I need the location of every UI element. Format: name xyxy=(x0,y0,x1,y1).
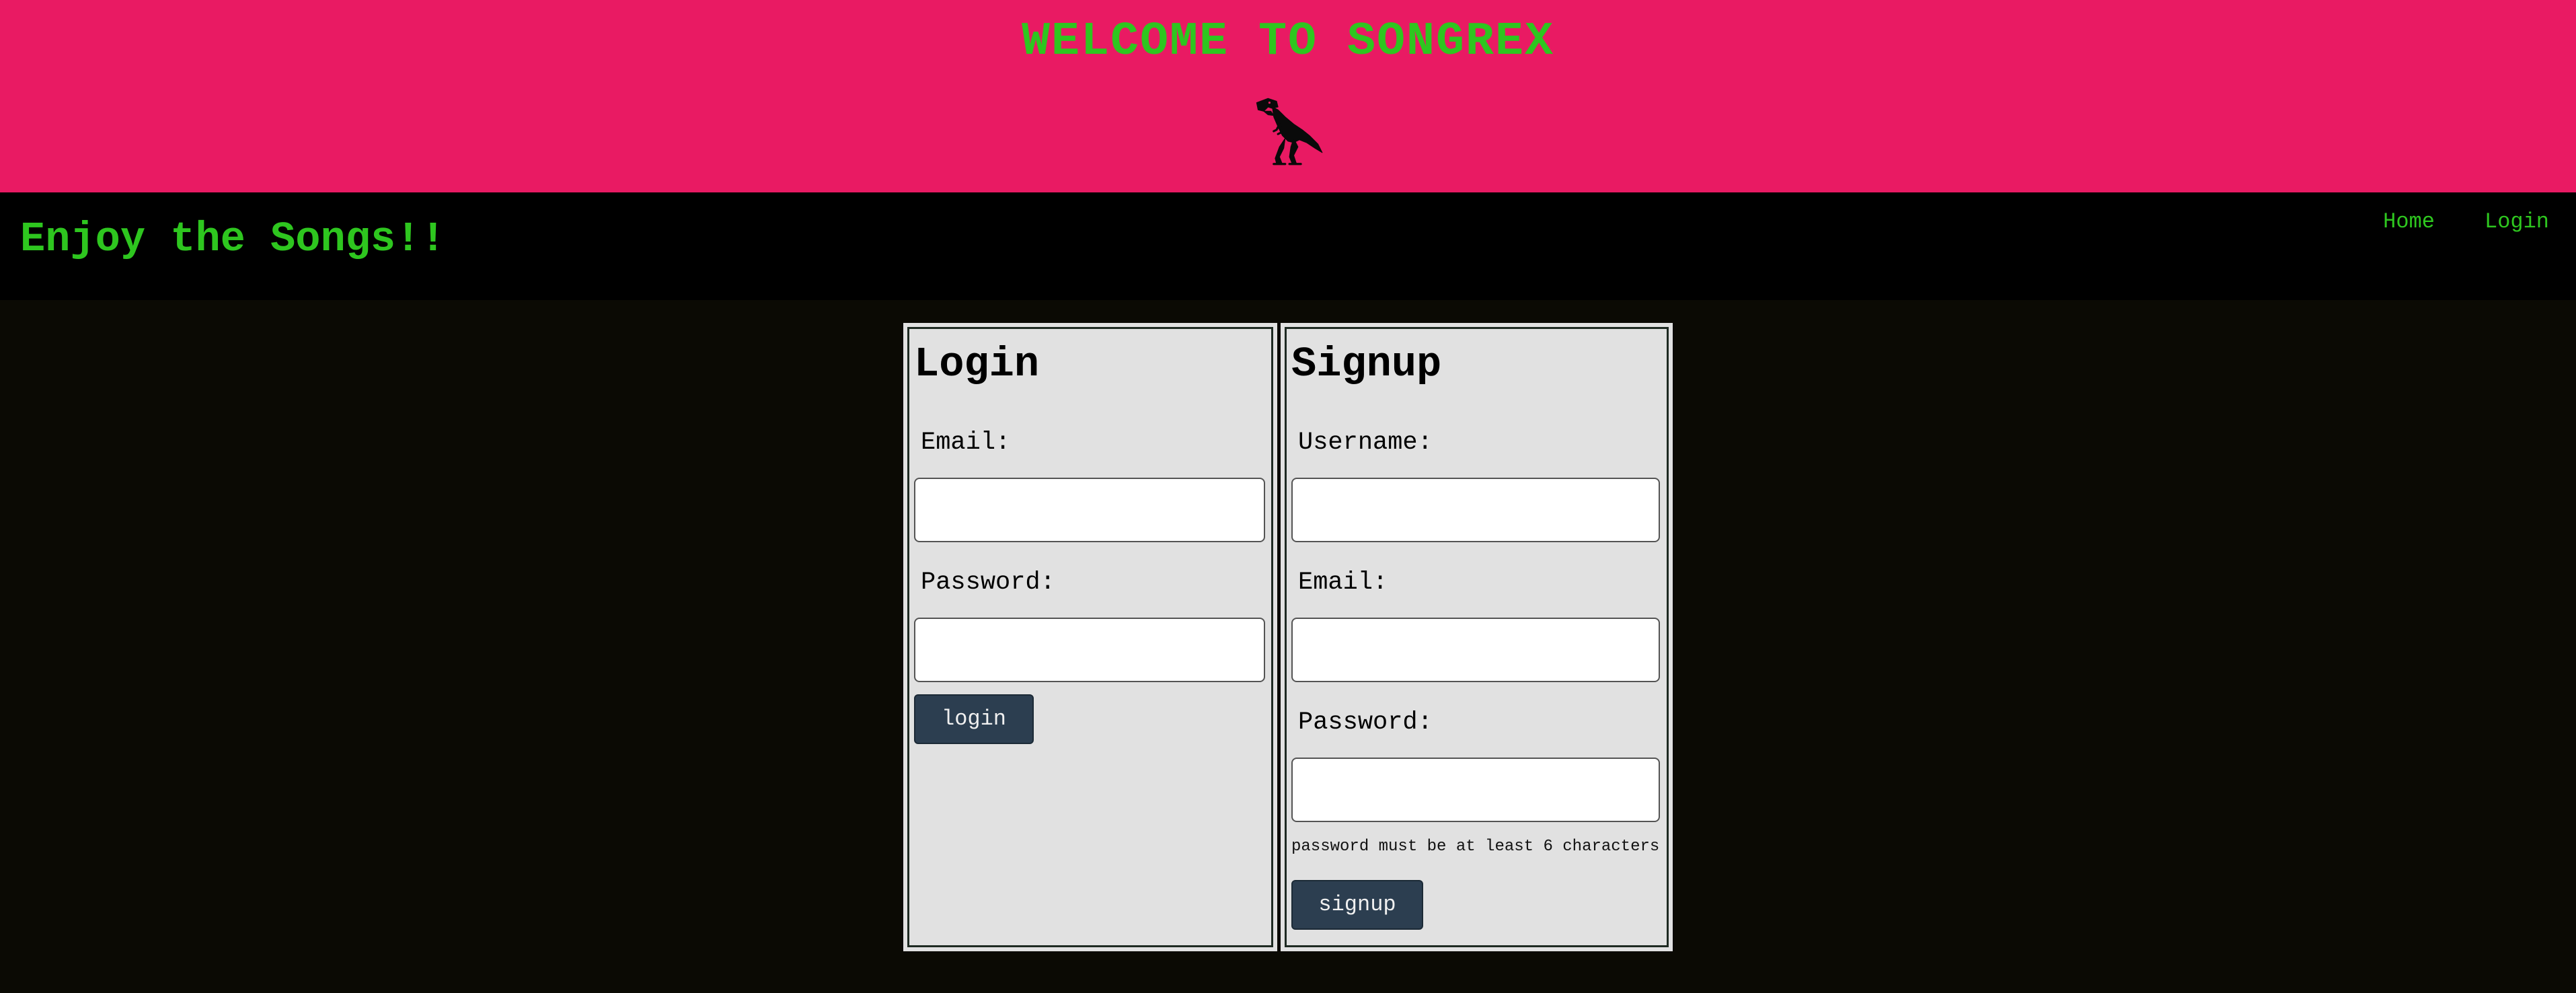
t-rex-logo-icon xyxy=(1252,96,1324,167)
signup-panel: Signup Username: Email: Password: passwo… xyxy=(1281,323,1673,951)
signup-username-label: Username: xyxy=(1298,429,1433,457)
login-password-label: Password: xyxy=(921,568,1055,597)
signup-button[interactable]: signup xyxy=(1291,880,1423,930)
login-password-input[interactable] xyxy=(914,618,1265,682)
nav-links: Home Login xyxy=(2383,209,2549,235)
login-button[interactable]: login xyxy=(914,694,1034,744)
signup-password-input[interactable] xyxy=(1291,758,1660,822)
nav-link-login[interactable]: Login xyxy=(2485,209,2549,235)
signup-username-input[interactable] xyxy=(1291,478,1660,542)
tagline: Enjoy the Songs!! xyxy=(20,215,446,263)
signup-email-input[interactable] xyxy=(1291,618,1660,682)
login-title: Login xyxy=(914,340,1040,388)
login-email-label: Email: xyxy=(921,429,1011,457)
login-panel: Login Email: Password: login xyxy=(903,323,1277,951)
signup-email-label: Email: xyxy=(1298,568,1388,597)
site-header: WELCOME TO SONGREX xyxy=(0,0,2576,192)
signup-title: Signup xyxy=(1291,340,1442,388)
login-email-input[interactable] xyxy=(914,478,1265,542)
nav-link-home[interactable]: Home xyxy=(2383,209,2435,235)
nav-bar: Enjoy the Songs!! Home Login xyxy=(0,192,2576,300)
signup-password-label: Password: xyxy=(1298,708,1433,737)
password-hint: password must be at least 6 characters xyxy=(1291,838,1660,856)
site-title: WELCOME TO SONGREX xyxy=(1021,15,1555,69)
